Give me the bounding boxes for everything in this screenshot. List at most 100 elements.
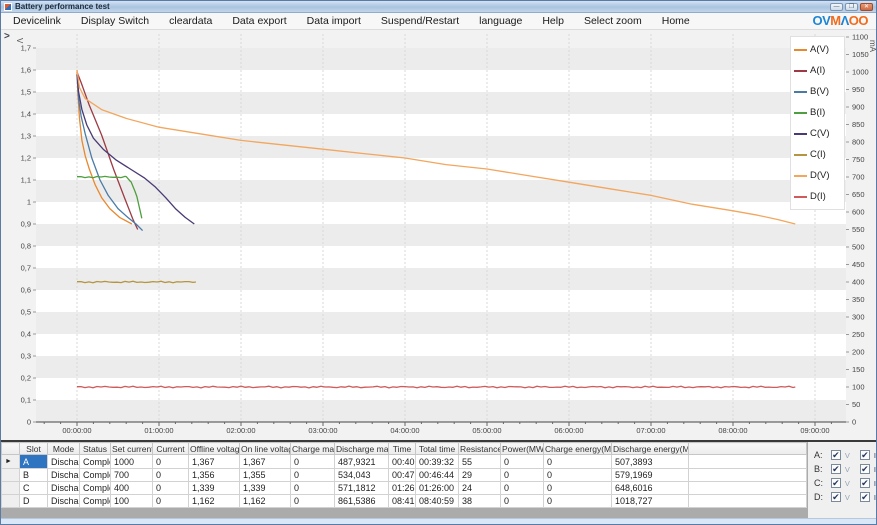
close-button[interactable]: ✕ [860,2,873,11]
table-cell[interactable]: 0 [152,494,189,508]
table-cell[interactable]: 579,1969 [611,468,689,482]
table-cell[interactable]: 0 [290,468,335,482]
menu-item-cleardata[interactable]: cleardata [159,13,222,29]
column-header[interactable]: Status [79,442,111,455]
table-cell[interactable]: 534,043 [334,468,389,482]
voltage-checkbox[interactable]: ✔ [830,464,841,474]
column-header[interactable]: Discharge energy(MWH) [611,442,689,455]
table-cell[interactable] [688,494,807,508]
menu-item-language[interactable]: language [469,13,532,29]
column-header[interactable]: Slot [19,442,48,455]
table-cell[interactable]: Discharge [47,481,80,495]
column-header[interactable]: Current [152,442,189,455]
voltage-checkbox[interactable]: ✔ [830,478,841,488]
menu-item-display-switch[interactable]: Display Switch [71,13,159,29]
column-header[interactable]: Mode [47,442,80,455]
voltage-checkbox[interactable]: ✔ [830,450,841,460]
table-cell[interactable]: 0 [500,481,544,495]
table-cell[interactable]: 1,367 [188,454,240,469]
table-cell[interactable]: 01:26 [388,481,416,495]
table-cell[interactable]: 648,6016 [611,481,689,495]
table-cell[interactable]: 1,339 [239,481,291,495]
column-header[interactable]: Charge energy(MWH) [543,442,612,455]
table-cell[interactable]: 1018,727 [611,494,689,508]
table-cell[interactable]: 00:46:44 [415,468,459,482]
table-cell[interactable]: 00:39:32 [415,454,459,469]
table-cell[interactable]: 24 [458,481,501,495]
minimize-button[interactable]: — [830,2,843,11]
table-cell[interactable]: 400 [110,481,153,495]
column-header[interactable]: Set current [110,442,153,455]
column-header[interactable]: Charge mah [290,442,335,455]
row-selector[interactable] [1,494,20,508]
table-cell[interactable]: Discharge [47,454,80,469]
menu-item-suspend-restart[interactable]: Suspend/Restart [371,13,469,29]
row-selector[interactable] [1,481,20,495]
menu-item-data-import[interactable]: Data import [297,13,371,29]
row-selector[interactable] [1,468,20,482]
menu-item-help[interactable]: Help [532,13,574,29]
table-cell[interactable]: 00:40 [388,454,416,469]
table-cell[interactable]: 01:26:00 [415,481,459,495]
table-cell[interactable]: 1,367 [239,454,291,469]
collapse-panel-icon[interactable]: > [4,31,10,42]
table-cell[interactable]: Complete [79,468,111,482]
table-cell[interactable]: 100 [110,494,153,508]
table-cell[interactable] [688,468,807,482]
column-header[interactable]: Power(MW) [500,442,544,455]
table-cell[interactable]: Discharge [47,494,80,508]
table-cell[interactable]: 00:47 [388,468,416,482]
table-cell[interactable]: 0 [152,454,189,469]
table-cell[interactable]: 700 [110,468,153,482]
table-cell[interactable]: 0 [500,468,544,482]
column-header[interactable]: Offline voltage [188,442,240,455]
table-cell[interactable]: 38 [458,494,501,508]
column-header[interactable]: On line voltage [239,442,291,455]
menu-item-devicelink[interactable]: Devicelink [3,13,71,29]
column-header[interactable]: Discharge mah [334,442,389,455]
table-cell[interactable]: 0 [543,454,612,469]
current-checkbox[interactable]: ✔ [859,450,870,460]
table-cell[interactable]: 0 [290,481,335,495]
table-cell[interactable]: 0 [152,468,189,482]
table-cell[interactable]: 0 [290,454,335,469]
table-cell[interactable]: 487,9321 [334,454,389,469]
table-cell[interactable]: 1,356 [188,468,240,482]
table-cell[interactable]: Complete [79,454,111,469]
table-cell[interactable]: B [19,468,48,482]
table-cell[interactable]: D [19,494,48,508]
table-cell[interactable] [688,481,807,495]
table-cell[interactable]: 08:41 [388,494,416,508]
maximize-button[interactable]: ❐ [845,2,858,11]
current-checkbox[interactable]: ✔ [859,492,870,502]
table-cell[interactable]: A [19,454,48,469]
row-selector[interactable]: ► [1,454,20,469]
table-cell[interactable]: 0 [543,468,612,482]
column-header[interactable]: Total time [415,442,459,455]
column-header[interactable] [688,442,807,455]
table-cell[interactable]: 0 [500,454,544,469]
current-checkbox[interactable]: ✔ [859,464,870,474]
table-cell[interactable]: 1,162 [239,494,291,508]
table-cell[interactable]: 571,1812 [334,481,389,495]
table-cell[interactable]: 0 [500,494,544,508]
column-header[interactable]: Time [388,442,416,455]
table-cell[interactable]: 55 [458,454,501,469]
table-cell[interactable]: 29 [458,468,501,482]
table-cell[interactable] [688,454,807,469]
menu-item-select-zoom[interactable]: Select zoom [574,13,652,29]
table-cell[interactable]: Discharge [47,468,80,482]
table-cell[interactable]: 1,162 [188,494,240,508]
table-cell[interactable]: 507,3893 [611,454,689,469]
table-cell[interactable]: 08:40:59 [415,494,459,508]
table-cell[interactable]: C [19,481,48,495]
column-header[interactable]: Resistance [458,442,501,455]
table-cell[interactable]: 0 [543,494,612,508]
table-cell[interactable]: Complete [79,481,111,495]
voltage-checkbox[interactable]: ✔ [830,492,841,502]
table-cell[interactable]: 1,355 [239,468,291,482]
table-cell[interactable]: 1,339 [188,481,240,495]
table-cell[interactable]: 0 [290,494,335,508]
menu-item-home[interactable]: Home [652,13,700,29]
table-cell[interactable]: 1000 [110,454,153,469]
